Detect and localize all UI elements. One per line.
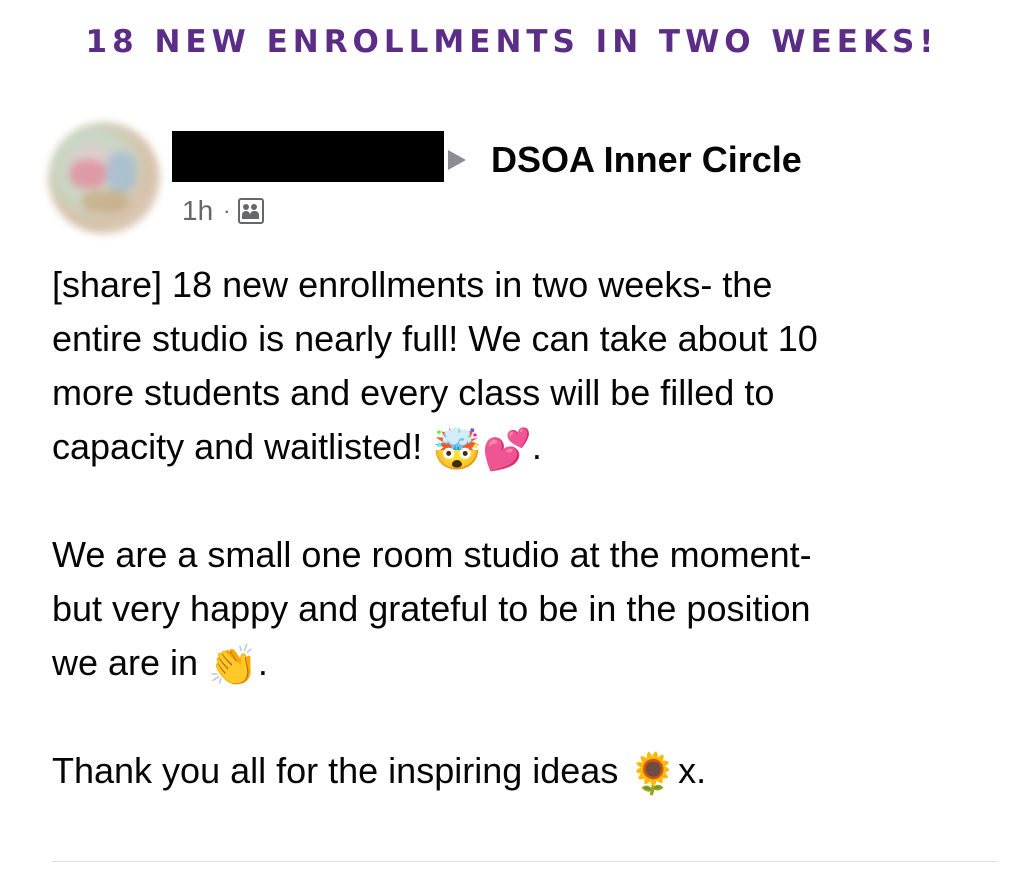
sunflower-emoji-icon: 🌻 [628,751,679,797]
post-line: capacity and waitlisted! [52,426,433,467]
post-timestamp[interactable]: 1h [182,195,213,227]
post-paragraph-2: We are a small one room studio at the mo… [52,528,992,690]
clapping-hands-emoji-icon: 👏 [208,643,258,689]
post-paragraph-3: Thank you all for the inspiring ideas 🌻x… [52,744,992,798]
headline: 18 NEW ENROLLMENTS IN TWO WEEKS! [85,24,939,60]
redacted-author-name [172,131,444,182]
exploding-head-emoji-icon: 🤯 [432,427,483,473]
post-sign-off: x. [678,750,707,791]
avatar[interactable] [48,122,160,234]
group-audience-icon[interactable] [238,198,265,224]
post-meta: 1h · [182,195,265,227]
divider [52,861,998,862]
post-body: [share] 18 new enrollments in two weeks-… [52,258,992,798]
meta-separator: · [223,198,231,223]
arrow-right-icon [448,150,466,170]
post-line: entire studio is nearly full! We can tak… [52,318,818,359]
post-line: more students and every class will be fi… [52,372,775,413]
two-hearts-emoji-icon: 💕 [482,427,532,473]
post-line: but very happy and grateful to be in the… [52,588,811,629]
post-punctuation: . [531,426,542,467]
post-line: We are a small one room studio at the mo… [52,534,812,575]
group-name-link[interactable]: DSOA Inner Circle [491,139,802,181]
post-line: Thank you all for the inspiring ideas [52,750,629,791]
post-paragraph-1: [share] 18 new enrollments in two weeks-… [52,258,992,474]
post-line: we are in [52,642,209,683]
post-line: [share] 18 new enrollments in two weeks-… [52,264,773,305]
post-punctuation: . [257,642,268,683]
